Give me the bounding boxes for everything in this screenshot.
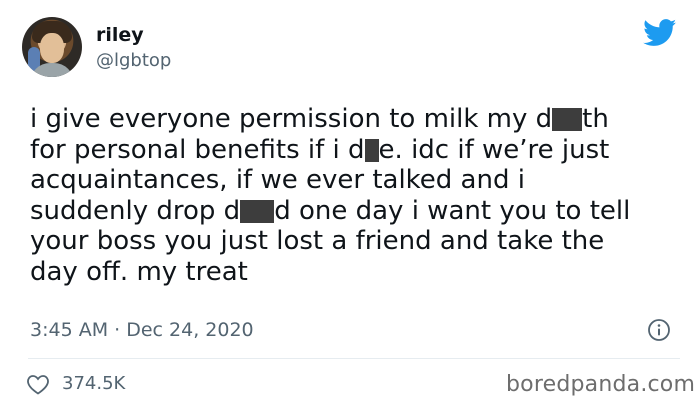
redaction-block bbox=[240, 199, 275, 223]
display-name[interactable]: riley bbox=[96, 23, 144, 47]
redaction-block bbox=[364, 138, 379, 162]
tweet-line: suddenly drop dd one day i want you to t… bbox=[30, 195, 631, 226]
twitter-bird-icon[interactable] bbox=[643, 19, 677, 47]
tweet-line: for personal benefits if i d e. idc if we… bbox=[30, 134, 610, 165]
tweet-text: i give everyone permission to milk my dt… bbox=[30, 104, 690, 287]
tweet-card: riley @lgbtop i give everyone permission… bbox=[0, 0, 700, 414]
tweet-line: i give everyone permission to milk my dt… bbox=[30, 104, 609, 134]
divider bbox=[28, 358, 680, 359]
avatar[interactable] bbox=[22, 17, 82, 77]
tweet-line: day off. my treat bbox=[30, 256, 248, 287]
tweet-line: acquaintances, if we ever talked and i bbox=[30, 165, 525, 195]
source-watermark: boredpanda.com bbox=[506, 372, 696, 397]
redaction-block bbox=[552, 108, 583, 131]
heart-icon[interactable] bbox=[26, 373, 50, 395]
info-icon[interactable] bbox=[647, 318, 671, 342]
like-count[interactable]: 374.5K bbox=[62, 372, 125, 396]
avatar-face bbox=[40, 33, 64, 63]
tweet-line: your boss you just lost a friend and tak… bbox=[30, 226, 605, 256]
user-handle[interactable]: @lgbtop bbox=[96, 50, 171, 72]
tweet-timestamp[interactable]: 3:45 AM · Dec 24, 2020 bbox=[30, 318, 254, 342]
